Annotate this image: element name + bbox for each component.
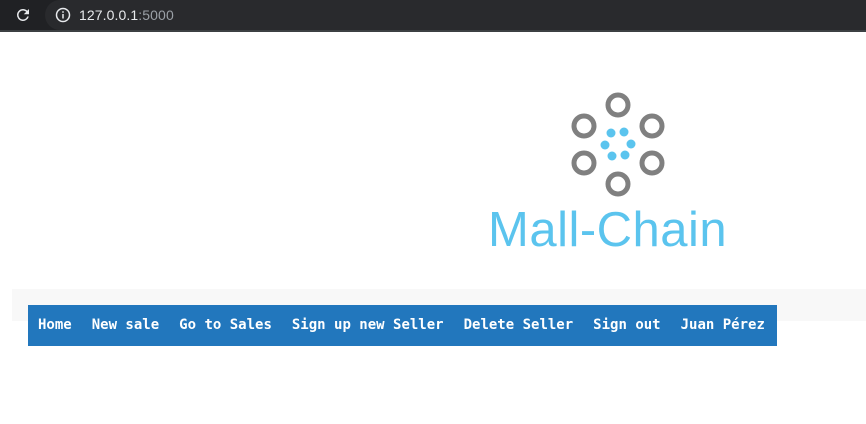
url-text[interactable]: 127.0.0.1:5000 bbox=[79, 7, 174, 23]
nav-sign-out[interactable]: Sign out bbox=[583, 305, 670, 346]
nav-home[interactable]: Home bbox=[28, 305, 82, 346]
brand-logo: Mall-Chain bbox=[478, 88, 768, 263]
url-port: :5000 bbox=[138, 7, 174, 23]
url-host: 127.0.0.1 bbox=[79, 7, 139, 23]
address-bar[interactable]: 127.0.0.1:5000 bbox=[45, 0, 866, 30]
main-navbar: Home New sale Go to Sales Sign up new Se… bbox=[28, 305, 777, 346]
chain-circle-logo-icon bbox=[571, 92, 665, 197]
nav-go-to-sales[interactable]: Go to Sales bbox=[169, 305, 282, 346]
nav-new-sale[interactable]: New sale bbox=[82, 305, 169, 346]
browser-toolbar: 127.0.0.1:5000 bbox=[0, 0, 866, 30]
info-icon[interactable] bbox=[55, 7, 71, 23]
nav-sign-up-new-seller[interactable]: Sign up new Seller bbox=[282, 305, 454, 346]
nav-delete-seller[interactable]: Delete Seller bbox=[454, 305, 584, 346]
reload-icon[interactable] bbox=[12, 4, 34, 26]
brand-name: Mall-Chain bbox=[488, 203, 728, 257]
nav-user-name[interactable]: Juan Pérez bbox=[671, 305, 775, 346]
